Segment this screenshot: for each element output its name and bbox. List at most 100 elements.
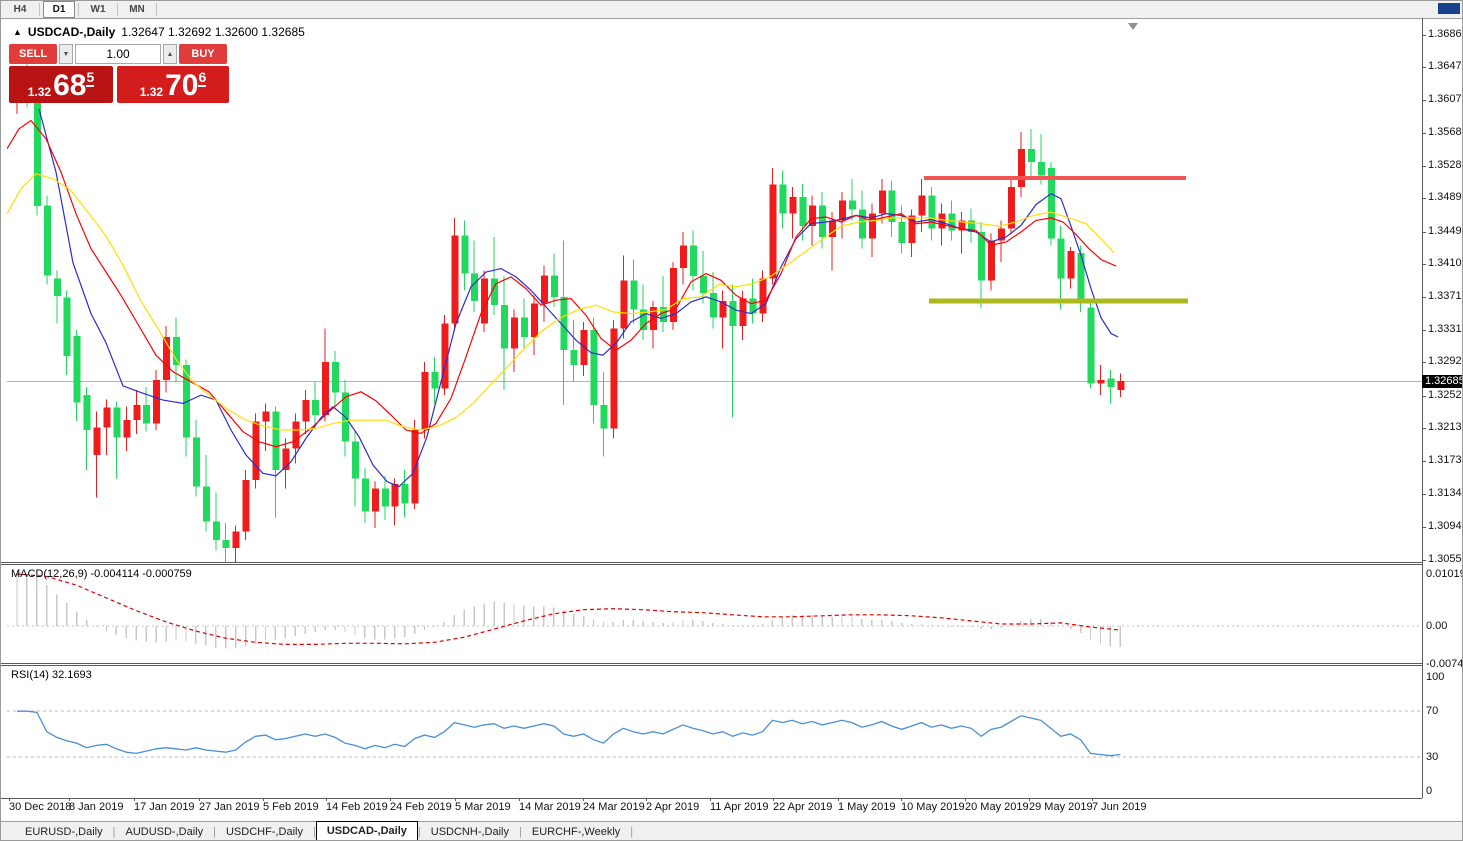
- candle-body: [511, 318, 518, 349]
- buy-price-box[interactable]: 1.32 70 6: [117, 66, 229, 103]
- chart-tab-usdcad[interactable]: USDCAD-,Daily: [316, 821, 418, 841]
- price-axis-label: 1.32920: [1428, 355, 1463, 367]
- collapse-triangle-icon[interactable]: ▲: [13, 27, 22, 37]
- volume-increase-button[interactable]: ▲: [163, 44, 177, 64]
- candle-body: [1018, 149, 1025, 187]
- date-axis-label: 20 May 2019: [965, 801, 1029, 813]
- price-axis-label: 1.34100: [1428, 257, 1463, 269]
- candle-body: [710, 293, 717, 318]
- volume-decrease-button[interactable]: ▼: [59, 44, 73, 64]
- buy-button[interactable]: BUY: [179, 44, 227, 64]
- candle-body: [879, 190, 886, 213]
- candle-body: [1088, 308, 1095, 384]
- chart-tab-eurchf[interactable]: EURCHF-,Weekly: [522, 823, 630, 841]
- candle-body: [899, 222, 906, 243]
- date-axis-border: [1, 798, 1422, 799]
- macd-axis-label: 0.010199: [1426, 568, 1463, 580]
- candle-body: [591, 330, 598, 405]
- candle-body: [263, 412, 270, 422]
- price-axis-label: 1.35680: [1428, 126, 1463, 138]
- date-axis-label: 24 Mar 2019: [583, 801, 645, 813]
- sell-price-pip: 5: [86, 69, 94, 87]
- candle-body: [233, 532, 240, 549]
- date-axis-label: 27 Jan 2019: [199, 801, 260, 813]
- timeframe-button-h4[interactable]: H4: [4, 1, 36, 18]
- candle-body: [1078, 253, 1085, 303]
- macd-pane-canvas[interactable]: [7, 566, 1422, 664]
- rsi-pane-canvas[interactable]: [7, 666, 1422, 798]
- candle-body: [849, 200, 856, 209]
- candle-body: [461, 235, 468, 273]
- candle-body: [64, 298, 71, 356]
- date-axis-label: 17 Jan 2019: [134, 801, 195, 813]
- price-axis-label: 1.33310: [1428, 323, 1463, 335]
- sell-price-base: 1.32: [28, 85, 51, 99]
- chart-tab-usdcnh[interactable]: USDCNH-,Daily: [421, 823, 519, 841]
- candle-body: [392, 484, 399, 506]
- toolbar-separator: [156, 3, 157, 16]
- candle-body: [253, 422, 260, 480]
- candle-body: [153, 380, 160, 423]
- buy-price-pip: 6: [198, 69, 206, 87]
- price-axis-label: 1.36860: [1428, 28, 1463, 40]
- candle-body: [769, 185, 776, 279]
- candle-body: [113, 408, 120, 438]
- pane-separator-macd[interactable]: [1, 562, 1422, 565]
- candle-body: [779, 185, 786, 214]
- candle-body: [243, 480, 250, 532]
- candle-body: [44, 205, 51, 275]
- price-axis-label: 1.35280: [1428, 159, 1463, 171]
- macd-axis-label: -0.007476: [1426, 658, 1463, 670]
- price-axis-label: 1.31340: [1428, 487, 1463, 499]
- volume-input[interactable]: [75, 44, 161, 64]
- chart-shift-marker[interactable]: [1128, 23, 1138, 30]
- macd-signal-line: [17, 574, 1120, 644]
- candle-body: [402, 484, 409, 503]
- candle-body: [700, 276, 707, 293]
- candle-body: [928, 195, 935, 228]
- chart-tab-usdchf[interactable]: USDCHF-,Daily: [216, 823, 313, 841]
- candle-body: [193, 438, 200, 487]
- date-axis-label: 22 Apr 2019: [773, 801, 832, 813]
- candle-body: [422, 372, 429, 430]
- candle-body: [352, 442, 359, 479]
- candle-body: [630, 280, 637, 309]
- date-axis-label: 29 May 2019: [1029, 801, 1093, 813]
- candle-body: [34, 101, 41, 206]
- candle-body: [382, 488, 389, 506]
- candle-body: [531, 304, 538, 337]
- sell-button[interactable]: SELL: [9, 44, 57, 64]
- ma-slow-blue: [39, 109, 1118, 487]
- chart-tab-audusd[interactable]: AUDUSD-,Daily: [115, 823, 213, 841]
- candle-body: [829, 220, 836, 237]
- candle-body: [123, 420, 130, 437]
- toolbar-separator: [39, 3, 40, 16]
- timeframe-button-w1[interactable]: W1: [82, 1, 114, 18]
- candle-body: [54, 279, 61, 296]
- chart-tab-eurusd[interactable]: EURUSD-,Daily: [15, 823, 113, 841]
- rsi-axis-label: 30: [1426, 751, 1438, 763]
- buy-price-big: 70: [165, 69, 198, 103]
- candle-body: [859, 210, 866, 239]
- candle-body: [302, 400, 309, 422]
- trading-app-window: H4D1W1MN ▲ USDCAD-,Daily 1.32647 1.32692…: [0, 0, 1463, 841]
- date-axis-label: 14 Feb 2019: [326, 801, 388, 813]
- candle-body: [372, 488, 379, 511]
- price-axis-label: 1.31730: [1428, 454, 1463, 466]
- sell-price-box[interactable]: 1.32 68 5: [9, 66, 113, 103]
- candle-body: [431, 372, 438, 389]
- candle-body: [74, 336, 81, 403]
- timeframe-button-d1[interactable]: D1: [43, 1, 75, 18]
- timeframe-button-mn[interactable]: MN: [121, 1, 153, 18]
- candle-body: [84, 395, 91, 430]
- tab-separator: |: [630, 823, 633, 841]
- date-axis-label: 8 Jan 2019: [69, 801, 123, 813]
- candle-body: [919, 195, 926, 215]
- candle-body: [889, 190, 896, 222]
- candle-body: [521, 318, 528, 337]
- toolbar-separator: [117, 3, 118, 16]
- candle-body: [143, 405, 150, 423]
- candle-body: [471, 274, 478, 301]
- ma-fast-red: [7, 121, 1116, 447]
- candle-body: [1097, 380, 1104, 383]
